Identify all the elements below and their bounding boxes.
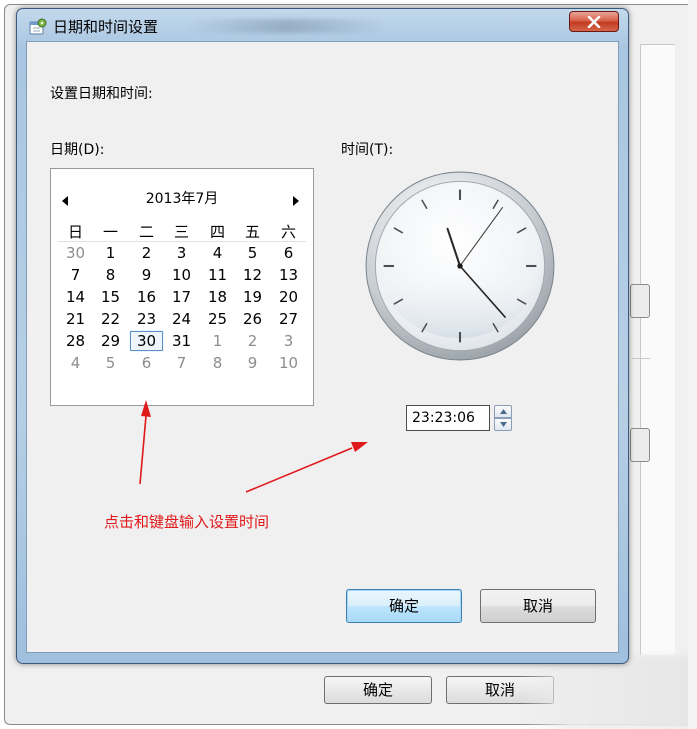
cancel-button[interactable]: 取消 xyxy=(480,589,596,623)
arrow-to-time-input xyxy=(245,447,353,493)
annotation-text: 点击和键盘输入设置时间 xyxy=(104,513,270,531)
arrow-to-calendar xyxy=(139,415,147,485)
ok-button[interactable]: 确定 xyxy=(346,589,462,623)
